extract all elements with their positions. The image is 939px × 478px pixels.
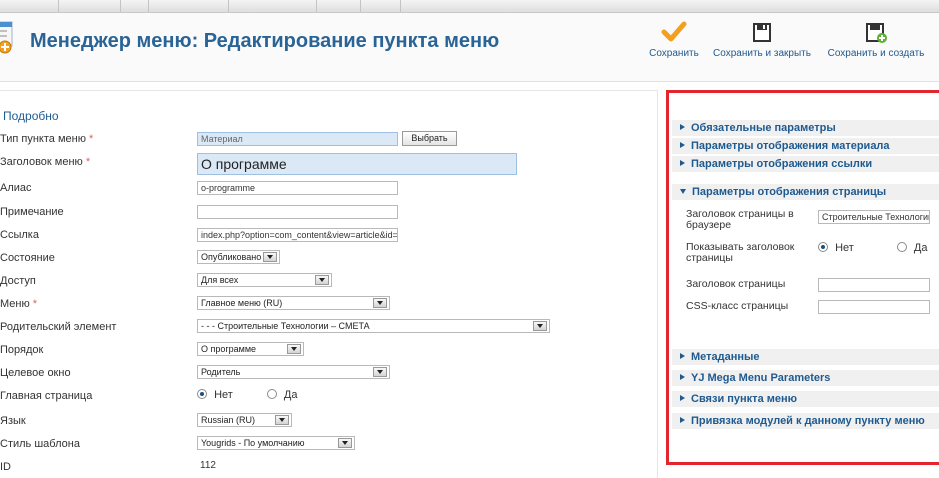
section-metadata[interactable]: Метаданные xyxy=(672,349,939,366)
link-input[interactable]: index.php?option=com_content&view=articl… xyxy=(197,228,398,242)
language-select[interactable]: Russian (RU) xyxy=(197,413,292,427)
save-and-new-label: Сохранить и создать xyxy=(827,48,925,59)
target-window-label: Целевое окно xyxy=(0,367,71,379)
show-heading-yes-radio[interactable] xyxy=(896,242,907,252)
topbar-divider xyxy=(148,0,149,12)
triangle-right-icon xyxy=(680,142,685,148)
template-style-label: Стиль шаблона xyxy=(0,438,80,450)
chevron-down-icon xyxy=(275,415,289,425)
topbar-divider xyxy=(400,0,401,12)
alias-input[interactable]: o-programme xyxy=(197,181,398,195)
topbar-divider xyxy=(316,0,317,12)
page-heading-input[interactable] xyxy=(818,278,930,292)
triangle-right-icon xyxy=(680,374,685,380)
home-no-label: Нет xyxy=(214,389,233,401)
note-label: Примечание xyxy=(0,206,64,218)
triangle-right-icon xyxy=(680,160,685,166)
note-input[interactable] xyxy=(197,205,398,219)
show-heading-no-radio[interactable] xyxy=(818,242,828,252)
chevron-down-icon xyxy=(263,252,277,262)
topbar-divider xyxy=(228,0,229,12)
floppy-disk-plus-icon xyxy=(866,23,887,43)
floppy-disk-icon xyxy=(753,23,771,42)
required-mark: * xyxy=(89,133,94,145)
page-title: Менеджер меню: Редактирование пункта мен… xyxy=(30,30,500,52)
triangle-right-icon xyxy=(680,124,685,130)
show-heading-radio-group: Нет Да xyxy=(818,242,928,254)
show-heading-label: Показывать заголовок страницы xyxy=(686,241,795,264)
menu-label: Меню * xyxy=(0,298,38,310)
required-mark: * xyxy=(85,156,91,168)
menu-manager-icon xyxy=(0,21,13,54)
access-select[interactable]: Для всех xyxy=(197,273,332,287)
chevron-down-icon xyxy=(533,321,547,331)
menu-title-label: Заголовок меню * xyxy=(0,156,91,168)
id-value: 112 xyxy=(200,460,216,471)
home-no-radio[interactable] xyxy=(197,389,207,399)
admin-topbar xyxy=(0,0,939,13)
details-legend: Подробно xyxy=(3,109,59,123)
section-module-assignment[interactable]: Привязка модулей к данному пункту меню xyxy=(672,413,939,430)
browser-title-label: Заголовок страницы в браузере xyxy=(686,208,794,231)
css-class-input[interactable] xyxy=(818,300,930,314)
parent-select[interactable]: - - - Строительные Технологии – СМЕТА xyxy=(197,319,550,333)
link-label: Ссылка xyxy=(0,229,39,241)
save-and-close-label: Сохранить и закрыть xyxy=(713,48,811,59)
save-and-new-button[interactable]: Сохранить и создать xyxy=(822,20,930,68)
home-page-label: Главная страница xyxy=(0,390,93,402)
topbar-divider xyxy=(120,0,121,12)
status-select[interactable]: Опубликовано xyxy=(197,250,280,264)
item-type-label: Тип пункта меню * xyxy=(0,133,94,145)
page-heading-label: Заголовок страницы xyxy=(686,278,786,290)
section-link-display[interactable]: Параметры отображения ссылки xyxy=(672,156,939,173)
access-label: Доступ xyxy=(0,275,36,287)
triangle-right-icon xyxy=(680,395,685,401)
home-yes-label: Да xyxy=(283,389,298,401)
status-label: Состояние xyxy=(0,252,55,264)
browser-title-input[interactable]: Строительные Технологии xyxy=(818,210,930,224)
section-menu-item-links[interactable]: Связи пункта меню xyxy=(672,391,939,408)
home-yes-radio[interactable] xyxy=(266,389,277,399)
css-class-label: CSS-класс страницы xyxy=(686,300,789,312)
triangle-right-icon xyxy=(680,353,685,359)
menu-title-input[interactable]: О программе xyxy=(197,153,517,175)
show-heading-no-label: Нет xyxy=(835,242,854,254)
section-required-params[interactable]: Обязательные параметры xyxy=(672,120,939,137)
required-mark: * xyxy=(32,298,38,310)
section-yj-mega-menu[interactable]: YJ Mega Menu Parameters xyxy=(672,370,939,387)
chevron-down-icon xyxy=(338,438,352,448)
save-label: Сохранить xyxy=(649,48,699,59)
template-style-select[interactable]: Yougrids - По умолчанию xyxy=(197,436,355,450)
checkmark-icon xyxy=(661,21,687,42)
ordering-label: Порядок xyxy=(0,344,44,356)
triangle-down-icon xyxy=(680,189,686,194)
item-type-field[interactable]: Материал xyxy=(197,132,398,146)
id-label: ID xyxy=(0,461,11,473)
topbar-divider xyxy=(58,0,59,12)
save-and-close-button[interactable]: Сохранить и закрыть xyxy=(710,20,814,68)
topbar-divider xyxy=(360,0,361,12)
section-page-display[interactable]: Параметры отображения страницы xyxy=(672,184,939,201)
section-article-display[interactable]: Параметры отображения материала xyxy=(672,138,939,155)
parent-label: Родительский элемент xyxy=(0,321,117,333)
ordering-select[interactable]: О программе xyxy=(197,342,304,356)
triangle-right-icon xyxy=(680,417,685,423)
save-button[interactable]: Сохранить xyxy=(646,20,702,68)
show-heading-yes-label: Да xyxy=(913,242,928,254)
chevron-down-icon xyxy=(373,367,387,377)
target-window-select[interactable]: Родитель xyxy=(197,365,390,379)
chevron-down-icon xyxy=(315,275,329,285)
alias-label: Алиас xyxy=(0,182,32,194)
chevron-down-icon xyxy=(373,298,387,308)
select-button[interactable]: Выбрать xyxy=(402,131,457,146)
menu-select[interactable]: Главное меню (RU) xyxy=(197,296,390,310)
chevron-down-icon xyxy=(287,344,301,354)
language-label: Язык xyxy=(0,415,26,427)
home-page-radio-group: Нет Да xyxy=(197,389,298,401)
